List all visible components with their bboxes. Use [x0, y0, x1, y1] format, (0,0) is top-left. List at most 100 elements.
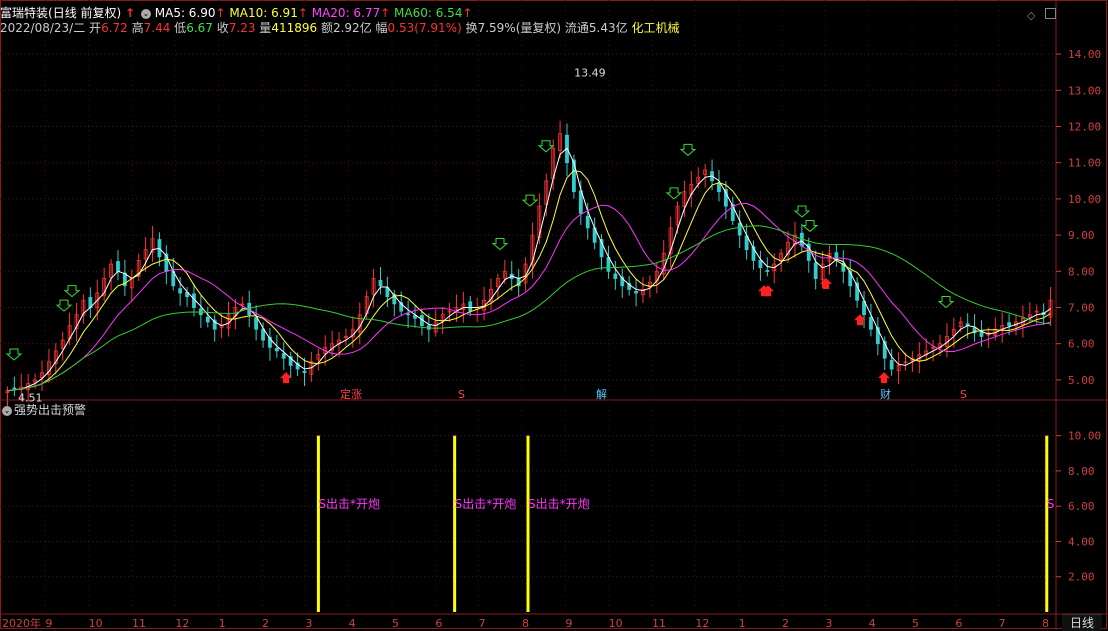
up-arrow-icon: ↑: [125, 6, 136, 20]
chg-label: 幅: [375, 21, 388, 35]
ma20-label: MA20: 6.77: [311, 6, 381, 20]
time-tick-label: 1: [739, 617, 746, 630]
sector-label[interactable]: 化工机械: [631, 21, 679, 35]
price-tick-label: 13.00: [1068, 84, 1101, 97]
chevron-down-icon[interactable]: ⌄: [2, 405, 12, 416]
time-tick-label: 2020年: [2, 616, 41, 630]
candle-body: [869, 316, 873, 330]
diamond-icon[interactable]: ◇: [1027, 9, 1035, 22]
window-icon[interactable]: [1045, 8, 1056, 19]
period-tab[interactable]: 日线: [1062, 614, 1102, 631]
header-line-2: 2022/08/23/二 开6.72 高7.44 低6.67 收7.23 量41…: [0, 21, 679, 35]
price-tick-label: 7.00: [1068, 302, 1095, 315]
vol-label: 量: [259, 21, 272, 35]
candle-body: [585, 215, 590, 229]
time-tick-label: 10: [609, 617, 623, 630]
time-tick-label: 1: [219, 617, 226, 630]
ma60-label: MA60: 6.54: [394, 6, 463, 20]
time-tick-label: 5: [912, 617, 919, 630]
candle-body: [116, 261, 120, 272]
up-arrow-icon: ↑: [462, 6, 473, 20]
event-label: S: [458, 388, 465, 401]
low-value: 6.67: [186, 21, 213, 35]
candle-body: [205, 316, 210, 323]
event-label: 解: [596, 387, 607, 401]
candle-body: [274, 347, 279, 352]
amt-value: 2.92亿: [332, 21, 372, 35]
stock-name[interactable]: 富瑞特装: [0, 6, 48, 20]
price-tick-label: 14.00: [1068, 48, 1101, 61]
candle-body: [758, 259, 763, 269]
ma60-line: [7, 225, 1051, 392]
indicator-name[interactable]: 强势出击预警: [14, 403, 86, 417]
signal-arrows: 13.494.51 定涨 S 解财 S: [5, 67, 967, 405]
buy-arrow-icon: [665, 187, 683, 200]
time-tick-label: 8: [1042, 617, 1049, 630]
buy-arrow-icon: [937, 295, 955, 309]
buy-arrow-icon: [537, 140, 555, 153]
candle-body: [578, 190, 583, 214]
signal-bar: [526, 435, 530, 612]
buy-arrow-icon: [55, 299, 73, 312]
ma10-label: MA10: 6.91: [229, 6, 298, 20]
signal-bar: [453, 435, 457, 612]
open-value: 6.72: [101, 21, 128, 35]
up-arrow-icon: ↑: [380, 6, 391, 20]
buy-arrow-icon: [491, 238, 509, 251]
time-tick-label: 2: [782, 617, 789, 630]
price-tick-label: 9.00: [1068, 229, 1095, 242]
chart-canvas: 14.0013.0012.0011.0010.009.008.007.006.0…: [0, 0, 1108, 630]
candle-body: [1007, 322, 1011, 327]
vol-value: 411896: [271, 21, 318, 35]
chevron-down-icon[interactable]: ⌄: [140, 8, 151, 19]
moving-averages: [7, 147, 1051, 392]
signal-label: S出击*开炮: [528, 497, 590, 511]
buy-arrow-icon: [5, 348, 23, 361]
candles: [5, 120, 1053, 406]
ind-tick-label: 8.00: [1068, 465, 1095, 478]
up-arrow-icon: ↑: [215, 6, 226, 20]
time-tick-label: 11: [652, 617, 666, 630]
candle-body: [717, 182, 721, 193]
price-tick-label: 8.00: [1068, 265, 1095, 278]
signal-bar: [1045, 435, 1049, 612]
candle-body: [385, 287, 390, 298]
time-tick-label: 3: [825, 617, 832, 630]
price-tick-label: 10.00: [1068, 193, 1101, 206]
signal-label: S: [1047, 497, 1055, 511]
turnover-label: 换7.59%(量复权): [465, 21, 562, 35]
time-tick-label: 2: [262, 617, 269, 630]
buy-arrow-icon: [793, 205, 811, 218]
candle-body: [261, 328, 265, 341]
chg-value: 0.53(7.91%): [387, 21, 462, 35]
buy-arrow-icon: [801, 219, 819, 233]
candle-body: [737, 222, 742, 236]
ind-tick-label: 6.00: [1068, 500, 1095, 513]
ma20-line: [7, 202, 1051, 392]
candle-body: [634, 290, 638, 294]
time-tick-label: 9: [45, 617, 52, 630]
sell-arrow-icon: [878, 372, 890, 384]
price-tick-label: 11.00: [1068, 157, 1101, 170]
amt-label: 额: [320, 21, 333, 35]
time-tick-label: 11: [132, 617, 146, 630]
ma5-line: [7, 147, 1051, 392]
signal-label: S出击*开炮: [455, 497, 517, 511]
signal-bar: [316, 435, 320, 612]
buy-arrow-icon: [679, 143, 697, 157]
candle-body: [613, 273, 618, 279]
time-tick-label: 7: [479, 617, 486, 630]
price-tick-label: 5.00: [1068, 374, 1095, 387]
max-price-label: 13.49: [574, 67, 606, 80]
time-tick-label: 10: [89, 617, 103, 630]
indicator-title: ⌄ 强势出击预警: [0, 403, 86, 417]
candle-body: [178, 288, 183, 294]
time-tick-label: 6: [955, 617, 962, 630]
close-value: 7.23: [228, 21, 256, 35]
ind-tick-label: 10.00: [1068, 430, 1101, 443]
up-arrow-icon: ↑: [297, 6, 308, 20]
mode-label[interactable]: (日线 前复权): [48, 6, 121, 20]
price-tick-label: 6.00: [1068, 338, 1095, 351]
ma10-line: [7, 169, 1051, 392]
candle-body: [302, 370, 307, 374]
